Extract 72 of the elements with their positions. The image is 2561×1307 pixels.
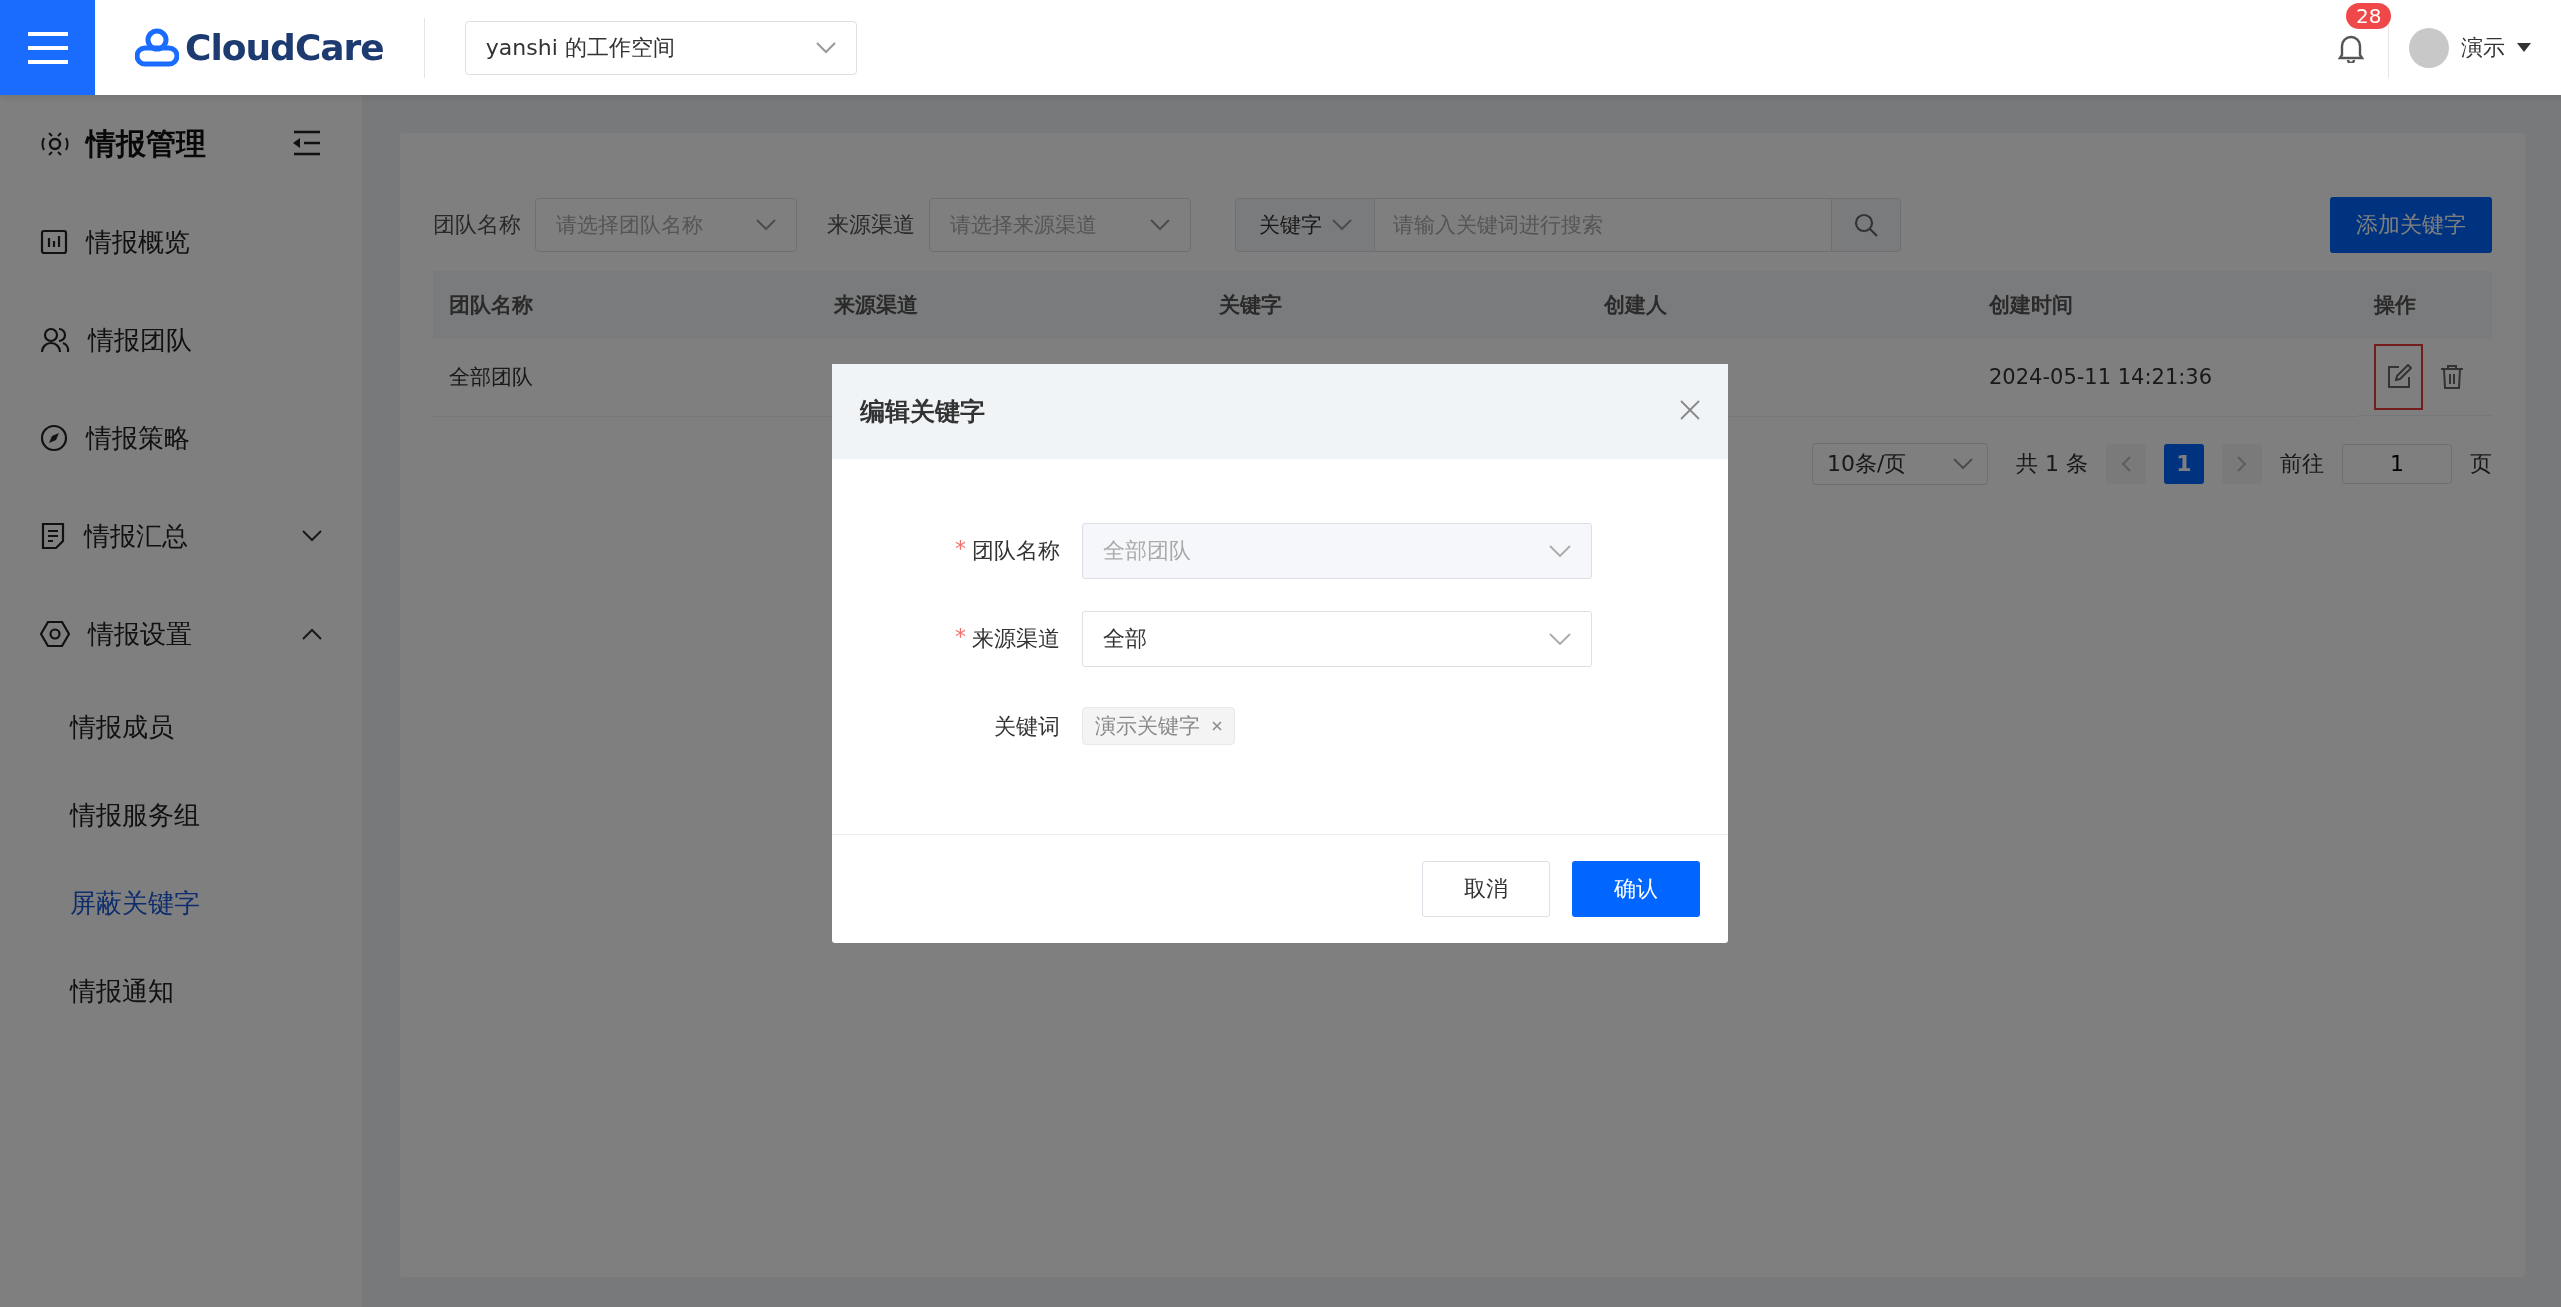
remove-icon[interactable] [1212,721,1222,731]
column-header: 关键字 [1203,271,1588,339]
workspace-select[interactable]: yanshi 的工作空间 [464,20,857,75]
sidebar-item[interactable]: 情报设置 [0,585,362,683]
close-icon [1680,400,1700,420]
keyword-tag: 演示关键字 [1082,707,1235,745]
column-header: 创建人 [1588,271,1973,339]
page-size-select[interactable]: 10条/页 [1812,442,1988,485]
trash-icon [2439,364,2464,390]
column-header: 操作 [2358,271,2492,339]
total-count: 共 1 条 [2016,449,2088,478]
dialog-title: 编辑关键字 [860,396,985,428]
add-keyword-button[interactable]: 添加关键字 [2330,197,2492,253]
page-button[interactable]: 1 [2164,443,2204,484]
table-cell: 2024-05-11 14:21:36 [1973,339,2358,416]
search-button[interactable] [1831,198,1901,252]
filter-label: 来源渠道 [827,211,915,239]
chevron-down-icon [1549,545,1571,557]
sidebar-item[interactable]: 情报汇总 [0,487,362,585]
sidebar-subitem[interactable]: 情报成员 [0,683,362,771]
chevron-down-icon [815,41,836,54]
sidebar-item[interactable]: 情报概览 [0,193,362,291]
caret-icon [2517,43,2531,52]
search-type-select[interactable]: 关键字 [1235,198,1375,252]
cloud-logo-icon [135,27,179,68]
menu-button[interactable] [0,0,95,95]
chevron-down-icon [1953,457,1973,470]
field-label: 来源渠道 [972,625,1060,653]
chevron-down-icon [1549,633,1571,645]
sidebar-subitem[interactable]: 情报服务组 [0,771,362,859]
chevron-left-icon [2121,455,2131,472]
required-mark: * [955,536,966,563]
radar-icon [40,130,70,158]
search-icon [1853,212,1879,238]
field-label: 团队名称 [972,537,1060,565]
cancel-button[interactable]: 取消 [1422,861,1550,917]
compass-icon [40,424,68,452]
notification-badge: 28 [2346,2,2392,29]
edit-button[interactable] [2374,344,2423,410]
column-header: 来源渠道 [818,271,1203,339]
sidebar-title: 情报管理 [86,124,207,163]
sidebar-subitem[interactable]: 屏蔽关键字 [0,859,362,947]
menu-icon [25,30,70,65]
bar-chart-icon [40,228,68,256]
field-label: 关键词 [994,713,1060,741]
sidebar-item[interactable]: 情报策略 [0,389,362,487]
required-mark: * [955,624,966,651]
table-cell: 全部团队 [433,339,818,416]
chevron-down-icon [1331,219,1352,231]
chevron-right-icon [2237,455,2247,472]
users-icon [40,326,70,354]
logo-text: CloudCare [185,27,384,68]
avatar-icon [2409,27,2449,68]
sidebar-item[interactable]: 情报团队 [0,291,362,389]
chevron-up-icon [302,628,322,640]
collapse-icon [292,129,322,156]
hexagon-icon [40,620,70,648]
select-field[interactable]: 全部 [1082,611,1592,667]
edit-icon [2385,364,2412,390]
filter-label: 团队名称 [433,211,521,239]
goto-label: 前往 [2280,449,2324,478]
document-icon [40,522,66,550]
sidebar-subitem[interactable]: 情报通知 [0,947,362,1035]
column-header: 团队名称 [433,271,818,339]
goto-page-field[interactable]: 1 [2342,443,2452,484]
chevron-down-icon [302,530,322,542]
user-menu[interactable]: 演示 [2409,27,2531,68]
chevron-down-icon [1150,219,1170,231]
page-suffix: 页 [2470,449,2492,478]
chevron-down-icon [756,219,776,231]
column-header: 创建时间 [1973,271,2358,339]
confirm-button[interactable]: 确认 [1572,861,1700,917]
